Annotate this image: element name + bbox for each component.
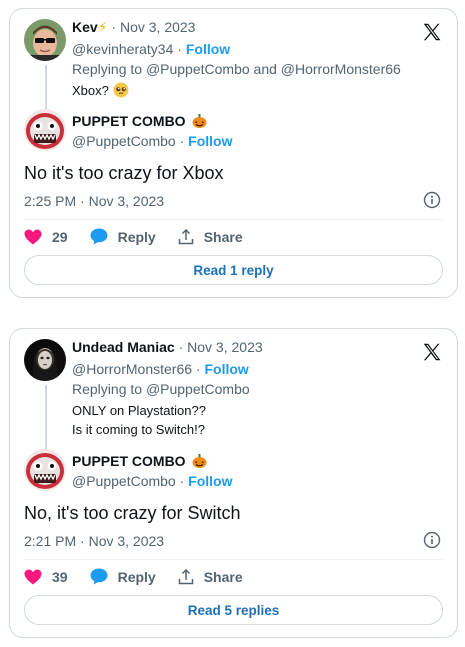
replying-users[interactable]: @PuppetCombo	[146, 381, 250, 397]
main-handle[interactable]: @PuppetCombo	[72, 473, 176, 489]
avatar-undead-maniac[interactable]	[24, 339, 66, 381]
main-name[interactable]: PUPPET COMBO	[72, 453, 207, 469]
like-button[interactable]: 29	[24, 229, 68, 245]
parent-handle-row: @kevinheraty34 · Follow	[72, 41, 231, 57]
share-icon	[178, 228, 193, 244]
replying-to: Replying to @PuppetCombo	[72, 381, 250, 397]
like-count: 29	[52, 228, 68, 245]
reply-bubble-icon	[90, 568, 108, 585]
follow-button[interactable]: Follow	[204, 361, 248, 377]
heart-icon	[24, 569, 42, 584]
main-handle-row: @PuppetCombo · Follow	[72, 133, 233, 149]
follow-button[interactable]: Follow	[188, 133, 232, 149]
parent-text: ONLY on Playstation?? Is it coming to Sw…	[72, 401, 206, 439]
parent-handle[interactable]: @kevinheraty34	[72, 41, 173, 57]
replying-users[interactable]: @PuppetCombo and @HorrorMonster66	[146, 61, 401, 77]
action-bar: 39 Reply Share	[24, 568, 265, 585]
action-bar: 29 Reply Share	[24, 228, 265, 245]
replying-prefix: Replying to	[72, 61, 146, 77]
parent-name[interactable]: Kev	[72, 19, 98, 35]
pumpkin-emoji-icon	[192, 114, 207, 128]
follow-button[interactable]: Follow	[186, 41, 230, 57]
pleading-face-emoji-icon	[113, 82, 129, 98]
main-name-text: PUPPET COMBO	[72, 453, 186, 469]
parent-text-line: ONLY on Playstation??	[72, 403, 206, 418]
share-icon	[178, 568, 193, 584]
tweet-card-2: Undead Maniac · Nov 3, 2023 @HorrorMonst…	[9, 328, 458, 638]
replying-prefix: Replying to	[72, 381, 146, 397]
read-replies-button[interactable]: Read 1 reply	[24, 255, 443, 285]
like-count: 39	[52, 568, 68, 585]
x-logo-icon[interactable]	[421, 21, 443, 43]
lightning-bolt-icon: ⚡	[97, 19, 108, 35]
divider	[24, 559, 443, 560]
share-button[interactable]: Share	[178, 228, 243, 245]
main-tweet-text: No it's too crazy for Xbox	[24, 163, 224, 183]
parent-header: Undead Maniac · Nov 3, 2023	[72, 339, 263, 355]
read-replies-button[interactable]: Read 5 replies	[24, 595, 443, 625]
parent-date[interactable]: · Nov 3, 2023	[175, 339, 263, 355]
main-handle-row: @PuppetCombo · Follow	[72, 473, 233, 489]
parent-text: Xbox?	[72, 81, 129, 100]
parent-handle-row: @HorrorMonster66 · Follow	[72, 361, 249, 377]
replying-to: Replying to @PuppetCombo and @HorrorMons…	[72, 61, 401, 77]
parent-text-line: Xbox?	[72, 83, 109, 98]
tweet-timestamp[interactable]: 2:25 PM · Nov 3, 2023	[24, 193, 164, 209]
main-name[interactable]: PUPPET COMBO	[72, 113, 207, 129]
info-icon[interactable]	[423, 191, 441, 209]
tweet-timestamp[interactable]: 2:21 PM · Nov 3, 2023	[24, 533, 164, 549]
tweet-card-1: Kev⚡ · Nov 3, 2023 @kevinheraty34 · Foll…	[9, 8, 458, 298]
reply-button[interactable]: Reply	[90, 568, 156, 585]
reply-label: Reply	[117, 228, 156, 245]
thread-line	[45, 65, 47, 109]
share-label: Share	[203, 228, 243, 245]
pumpkin-emoji-icon	[192, 454, 207, 468]
reply-bubble-icon	[90, 228, 108, 245]
heart-icon	[24, 229, 42, 244]
main-handle[interactable]: @PuppetCombo	[72, 133, 176, 149]
parent-header: Kev⚡ · Nov 3, 2023	[72, 19, 195, 36]
avatar-puppet-combo[interactable]	[24, 109, 66, 151]
like-button[interactable]: 39	[24, 569, 68, 585]
reply-button[interactable]: Reply	[90, 228, 156, 245]
parent-name[interactable]: Undead Maniac	[72, 339, 175, 355]
share-button[interactable]: Share	[178, 568, 243, 585]
info-icon[interactable]	[423, 531, 441, 549]
share-label: Share	[203, 568, 243, 585]
parent-date[interactable]: · Nov 3, 2023	[108, 19, 195, 35]
main-name-text: PUPPET COMBO	[72, 113, 186, 129]
avatar-kev[interactable]	[24, 19, 66, 61]
parent-handle[interactable]: @HorrorMonster66	[72, 361, 192, 377]
follow-button[interactable]: Follow	[188, 473, 232, 489]
parent-text-line: Is it coming to Switch!?	[72, 422, 205, 437]
x-logo-icon[interactable]	[421, 341, 443, 363]
avatar-puppet-combo[interactable]	[24, 449, 66, 491]
divider	[24, 219, 443, 220]
reply-label: Reply	[117, 568, 156, 585]
thread-line	[45, 385, 47, 449]
main-tweet-text: No, it's too crazy for Switch	[24, 503, 241, 523]
